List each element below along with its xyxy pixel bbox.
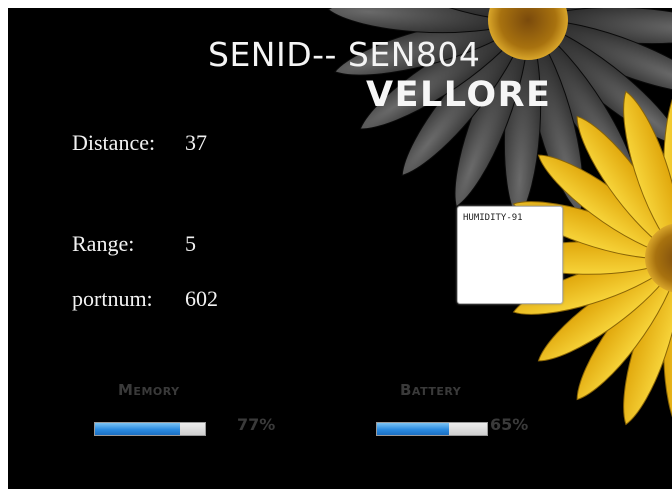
range-label: Range:: [72, 231, 135, 256]
range-value: 5: [185, 231, 196, 256]
memory-label: Memory: [118, 381, 180, 399]
humidity-panel: HUMIDITY-91: [457, 206, 563, 304]
range-row: Range: 5: [72, 231, 196, 257]
battery-progress-bar: [376, 422, 488, 436]
distance-value: 37: [185, 130, 207, 155]
portnum-value: 602: [185, 286, 218, 311]
memory-percent: 77%: [237, 415, 276, 434]
sensor-id-title: SENID-- SEN804: [208, 35, 481, 74]
memory-progress-bar: [94, 422, 206, 436]
distance-row: Distance: 37: [72, 130, 207, 156]
memory-progress-fill: [95, 423, 180, 435]
battery-percent: 65%: [490, 415, 529, 434]
portnum-label: portnum:: [72, 286, 153, 311]
humidity-label: HUMIDITY-91: [463, 213, 523, 223]
location-label: VELLORE: [366, 75, 552, 115]
distance-label: Distance:: [72, 130, 156, 155]
portnum-row: portnum: 602: [72, 286, 218, 312]
sensor-dashboard: SENID-- SEN804 VELLORE Distance: 37 Rang…: [8, 8, 672, 489]
battery-label: Battery: [400, 381, 462, 399]
battery-progress-fill: [377, 423, 449, 435]
